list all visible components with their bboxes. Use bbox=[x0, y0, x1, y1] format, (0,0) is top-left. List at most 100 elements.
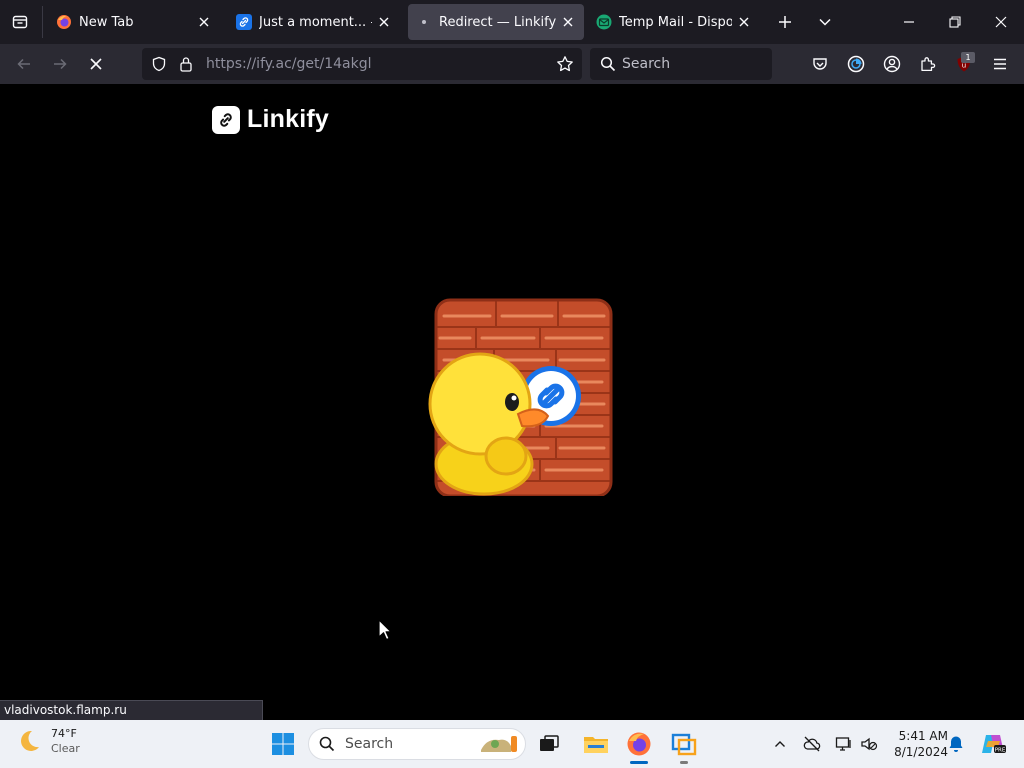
moon-icon bbox=[21, 730, 39, 751]
vm-app-button[interactable] bbox=[668, 728, 700, 760]
copilot-icon: PRE bbox=[982, 735, 1006, 754]
close-window-button[interactable] bbox=[983, 4, 1019, 40]
url-text[interactable]: https://ify.ac/get/14akgl bbox=[206, 48, 371, 80]
extension-button[interactable] bbox=[840, 48, 872, 80]
notifications-button[interactable] bbox=[946, 734, 966, 754]
windows-taskbar: 74°F Clear Search 5:41 AM 8/1/2024 PRE bbox=[0, 720, 1024, 768]
tab-strip: New Tab Just a moment... — Linkify Redir… bbox=[0, 0, 1024, 44]
restore-button[interactable] bbox=[937, 4, 973, 40]
copilot-button[interactable]: PRE bbox=[980, 734, 1006, 754]
close-tab-icon[interactable] bbox=[376, 14, 392, 30]
tracking-protection-shield-icon[interactable] bbox=[151, 56, 167, 76]
close-tab-icon[interactable] bbox=[196, 14, 212, 30]
address-bar[interactable]: https://ify.ac/get/14akgl bbox=[142, 48, 582, 80]
loading-dot-icon bbox=[416, 14, 432, 30]
svg-text:PRE: PRE bbox=[995, 748, 1006, 754]
tempmail-icon bbox=[596, 14, 612, 30]
link-logo-icon bbox=[212, 105, 240, 134]
firefox-icon bbox=[56, 14, 72, 30]
network-tray-button[interactable] bbox=[834, 734, 854, 754]
navigation-toolbar: https://ify.ac/get/14akgl Search u bbox=[0, 44, 1024, 84]
close-tab-icon[interactable] bbox=[736, 14, 752, 30]
tab-title: Just a moment... — Linkify bbox=[259, 14, 372, 30]
search-bar[interactable]: Search bbox=[590, 48, 772, 80]
tab-new-tab[interactable]: New Tab bbox=[48, 4, 220, 40]
duck-brick-wall-illustration bbox=[428, 298, 613, 496]
forward-button[interactable] bbox=[44, 48, 76, 80]
search-placeholder: Search bbox=[622, 56, 671, 72]
search-icon bbox=[600, 56, 616, 76]
account-button[interactable] bbox=[876, 48, 908, 80]
weather-temperature: 74°F bbox=[51, 727, 77, 740]
tab-overflow-button[interactable] bbox=[807, 4, 843, 40]
stop-loading-button[interactable] bbox=[80, 48, 112, 80]
tab-strip-separator bbox=[42, 6, 43, 38]
linkify-icon bbox=[236, 14, 252, 30]
system-clock[interactable]: 5:41 AM 8/1/2024 bbox=[884, 728, 948, 760]
firefox-icon bbox=[627, 732, 651, 756]
bookmark-star-icon[interactable] bbox=[556, 55, 574, 77]
onedrive-tray-button[interactable] bbox=[802, 734, 822, 754]
tab-redirect-linkify[interactable]: Redirect — Linkify bbox=[408, 4, 584, 40]
file-explorer-button[interactable] bbox=[580, 728, 612, 760]
firefox-active-indicator bbox=[630, 761, 648, 764]
list-all-tabs-button[interactable] bbox=[0, 0, 40, 44]
windows-logo-icon bbox=[272, 733, 294, 755]
extension-count-badge: 1 bbox=[961, 52, 975, 63]
pocket-button[interactable] bbox=[804, 48, 836, 80]
network-icon bbox=[835, 737, 851, 751]
site-header-logo[interactable]: Linkify bbox=[212, 105, 329, 134]
tab-title: New Tab bbox=[79, 14, 134, 30]
plus-icon bbox=[779, 16, 791, 28]
pocket-icon bbox=[813, 58, 827, 70]
search-icon bbox=[319, 736, 335, 756]
virtual-machine-icon bbox=[671, 733, 697, 756]
chevron-up-icon bbox=[775, 741, 785, 747]
clock-date: 8/1/2024 bbox=[894, 745, 948, 759]
task-view-button[interactable] bbox=[533, 728, 565, 760]
page-content: Linkify bbox=[0, 84, 1024, 720]
brand-name: Linkify bbox=[247, 105, 329, 133]
search-highlight-icon bbox=[477, 732, 521, 760]
new-tab-button[interactable] bbox=[767, 4, 803, 40]
extensions-button[interactable] bbox=[912, 48, 944, 80]
stop-icon bbox=[90, 58, 102, 70]
chevron-down-icon bbox=[819, 18, 831, 26]
restore-icon bbox=[949, 16, 961, 28]
clock-time: 5:41 AM bbox=[898, 729, 948, 743]
bell-icon bbox=[949, 736, 963, 752]
back-button[interactable] bbox=[8, 48, 40, 80]
show-hidden-icons-button[interactable] bbox=[770, 734, 790, 754]
lock-icon[interactable] bbox=[179, 56, 193, 76]
speaker-muted-icon bbox=[861, 737, 878, 751]
app-running-indicator bbox=[680, 761, 688, 764]
hamburger-menu-icon bbox=[994, 58, 1006, 70]
start-button[interactable] bbox=[267, 728, 299, 760]
volume-tray-button[interactable] bbox=[859, 734, 879, 754]
arrow-left-icon bbox=[17, 58, 30, 70]
mouse-pointer-icon bbox=[378, 619, 392, 641]
minimize-button[interactable] bbox=[891, 4, 927, 40]
minimize-icon bbox=[904, 21, 914, 23]
taskbar-search-box[interactable]: Search bbox=[308, 728, 526, 760]
task-view-icon bbox=[540, 735, 559, 751]
close-tab-icon[interactable] bbox=[560, 14, 576, 30]
tab-title: Temp Mail - Disposable Temporary Email bbox=[619, 14, 732, 30]
tab-temp-mail[interactable]: Temp Mail - Disposable Temporary Email bbox=[588, 4, 760, 40]
cloud-off-icon bbox=[803, 736, 821, 752]
tab-list-icon bbox=[12, 15, 28, 29]
puzzle-icon bbox=[921, 57, 936, 72]
folder-icon bbox=[584, 737, 608, 753]
app-menu-button[interactable] bbox=[984, 48, 1016, 80]
close-icon bbox=[995, 16, 1007, 28]
status-panel-url: vladivostok.flamp.ru bbox=[0, 700, 263, 720]
arrow-right-icon bbox=[54, 58, 67, 70]
account-icon bbox=[883, 55, 901, 73]
weather-condition: Clear bbox=[51, 742, 80, 755]
taskbar-search-placeholder: Search bbox=[345, 736, 394, 752]
weather-widget[interactable]: 74°F Clear bbox=[16, 726, 80, 756]
firefox-taskbar-button[interactable] bbox=[623, 728, 655, 760]
circle-progress-icon bbox=[847, 55, 865, 73]
tab-title: Redirect — Linkify bbox=[439, 14, 556, 30]
tab-just-a-moment[interactable]: Just a moment... — Linkify bbox=[228, 4, 400, 40]
